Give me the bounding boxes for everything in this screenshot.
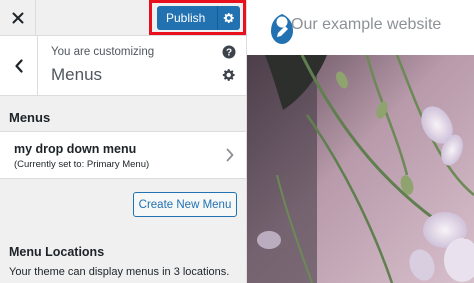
chevron-right-icon	[226, 148, 234, 162]
menu-locations-heading: Menu Locations	[9, 245, 105, 259]
site-header: Our example website	[247, 0, 474, 55]
menu-item-subtitle: (Currently set to: Primary Menu)	[14, 159, 150, 170]
menu-locations-text: Your theme can display menus in 3 locati…	[9, 266, 230, 278]
site-preview: Our example website	[247, 0, 474, 283]
menu-item-name: my drop down menu	[14, 142, 137, 156]
chevron-left-icon	[14, 59, 23, 73]
section-title: Menus	[51, 65, 103, 84]
gear-icon[interactable]	[222, 68, 236, 82]
create-new-menu-button[interactable]: Create New Menu	[133, 192, 237, 217]
help-icon[interactable]: ?	[222, 45, 236, 59]
customizer-sidebar: Publish You are customizing Menus ? Menu…	[0, 0, 247, 283]
menus-heading: Menus	[9, 110, 51, 125]
menu-item[interactable]: my drop down menu (Currently set to: Pri…	[0, 131, 246, 179]
back-button[interactable]	[0, 36, 38, 96]
customizer-top-bar: Publish	[0, 0, 246, 36]
svg-text:?: ?	[226, 48, 232, 59]
customizing-label: You are customizing	[51, 46, 155, 58]
close-button[interactable]	[0, 0, 36, 36]
section-header: You are customizing Menus ?	[0, 36, 246, 96]
site-title[interactable]: Our example website	[291, 16, 441, 34]
publish-highlight-box	[149, 0, 246, 35]
hero-flower-image	[247, 55, 474, 283]
close-icon	[12, 12, 23, 24]
